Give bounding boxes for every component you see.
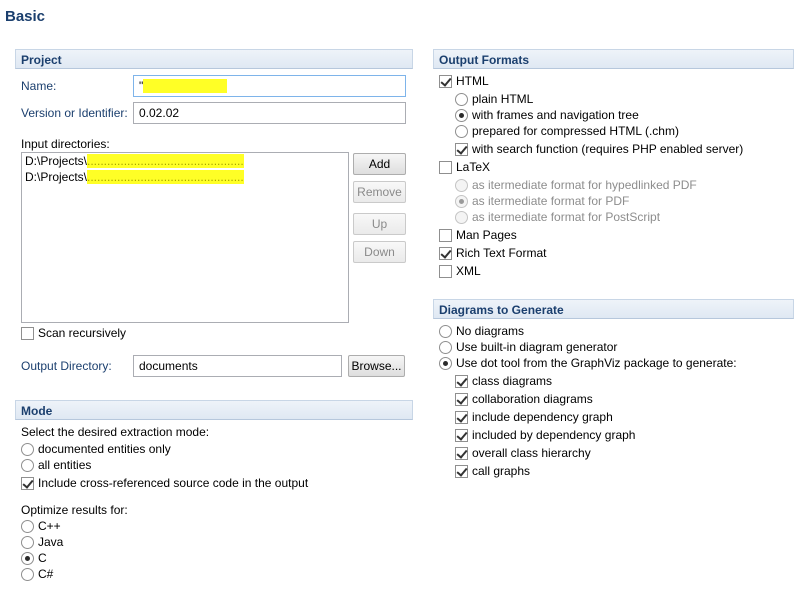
name-field[interactable]: " bbox=[133, 75, 406, 97]
output-dir-field[interactable]: documents bbox=[133, 355, 342, 377]
browse-button[interactable]: Browse... bbox=[348, 355, 405, 377]
overall-class-hierarchy-checkbox[interactable]: overall class hierarchy bbox=[455, 445, 755, 461]
call-graphs-checkbox[interactable]: call graphs bbox=[455, 463, 755, 479]
xml-checkbox[interactable]: XML bbox=[439, 263, 739, 279]
frames-nav-radio[interactable]: with frames and navigation tree bbox=[455, 107, 775, 123]
builtin-generator-radio[interactable]: Use built-in diagram generator bbox=[439, 339, 779, 355]
scan-recursively-checkbox[interactable]: Scan recursively bbox=[21, 325, 221, 341]
lang-c-radio[interactable]: C bbox=[21, 550, 121, 566]
mode-section-header: Mode bbox=[15, 400, 413, 420]
latex-postscript-radio[interactable]: as itermediate format for PostScript bbox=[455, 209, 775, 225]
lang-java-radio[interactable]: Java bbox=[21, 534, 121, 550]
checkbox-box bbox=[21, 327, 34, 340]
latex-checkbox[interactable]: LaTeX bbox=[439, 159, 739, 175]
plain-html-radio[interactable]: plain HTML bbox=[455, 91, 775, 107]
included-by-dependency-graph-checkbox[interactable]: included by dependency graph bbox=[455, 427, 755, 443]
all-entities-radio[interactable]: all entities bbox=[21, 457, 321, 473]
up-button[interactable]: Up bbox=[353, 213, 406, 235]
page-title: Basic bbox=[5, 8, 46, 25]
include-dependency-graph-checkbox[interactable]: include dependency graph bbox=[455, 409, 755, 425]
add-button[interactable]: Add bbox=[353, 153, 406, 175]
input-dirs-list[interactable]: D:\Projects\............................… bbox=[21, 152, 349, 323]
latex-hyperlinked-radio[interactable]: as itermediate format for hypedlinked PD… bbox=[455, 177, 775, 193]
input-dirs-label: Input directories: bbox=[21, 137, 110, 151]
extraction-mode-label: Select the desired extraction mode: bbox=[21, 425, 210, 439]
version-field[interactable]: 0.02.02 bbox=[133, 102, 406, 124]
class-diagrams-checkbox[interactable]: class diagrams bbox=[455, 373, 755, 389]
search-function-checkbox[interactable]: with search function (requires PHP enabl… bbox=[455, 141, 785, 157]
include-cross-ref-checkbox[interactable]: Include cross-referenced source code in … bbox=[21, 475, 411, 491]
name-label: Name: bbox=[21, 79, 57, 93]
documented-only-radio[interactable]: documented entities only bbox=[21, 441, 321, 457]
diagrams-section-header: Diagrams to Generate bbox=[433, 299, 794, 319]
no-diagrams-radio[interactable]: No diagrams bbox=[439, 323, 779, 339]
latex-pdf-radio[interactable]: as itermediate format for PDF bbox=[455, 193, 775, 209]
html-checkbox[interactable]: HTML bbox=[439, 73, 739, 89]
rtf-checkbox[interactable]: Rich Text Format bbox=[439, 245, 739, 261]
project-section-header: Project bbox=[15, 49, 413, 69]
list-item[interactable]: D:\Projects\............................… bbox=[22, 169, 348, 185]
output-dir-label: Output Directory: bbox=[21, 359, 112, 373]
man-pages-checkbox[interactable]: Man Pages bbox=[439, 227, 739, 243]
collaboration-diagrams-checkbox[interactable]: collaboration diagrams bbox=[455, 391, 755, 407]
output-formats-section-header: Output Formats bbox=[433, 49, 794, 69]
compressed-html-radio[interactable]: prepared for compressed HTML (.chm) bbox=[455, 123, 775, 139]
remove-button[interactable]: Remove bbox=[353, 181, 406, 203]
down-button[interactable]: Down bbox=[353, 241, 406, 263]
name-redaction bbox=[143, 79, 227, 93]
list-item[interactable]: D:\Projects\............................… bbox=[22, 153, 348, 169]
dot-tool-radio[interactable]: Use dot tool from the GraphViz package t… bbox=[439, 355, 789, 371]
version-label: Version or Identifier: bbox=[21, 106, 128, 120]
lang-csharp-radio[interactable]: C# bbox=[21, 566, 121, 582]
lang-cpp-radio[interactable]: C++ bbox=[21, 518, 121, 534]
optimize-label: Optimize results for: bbox=[21, 503, 128, 517]
